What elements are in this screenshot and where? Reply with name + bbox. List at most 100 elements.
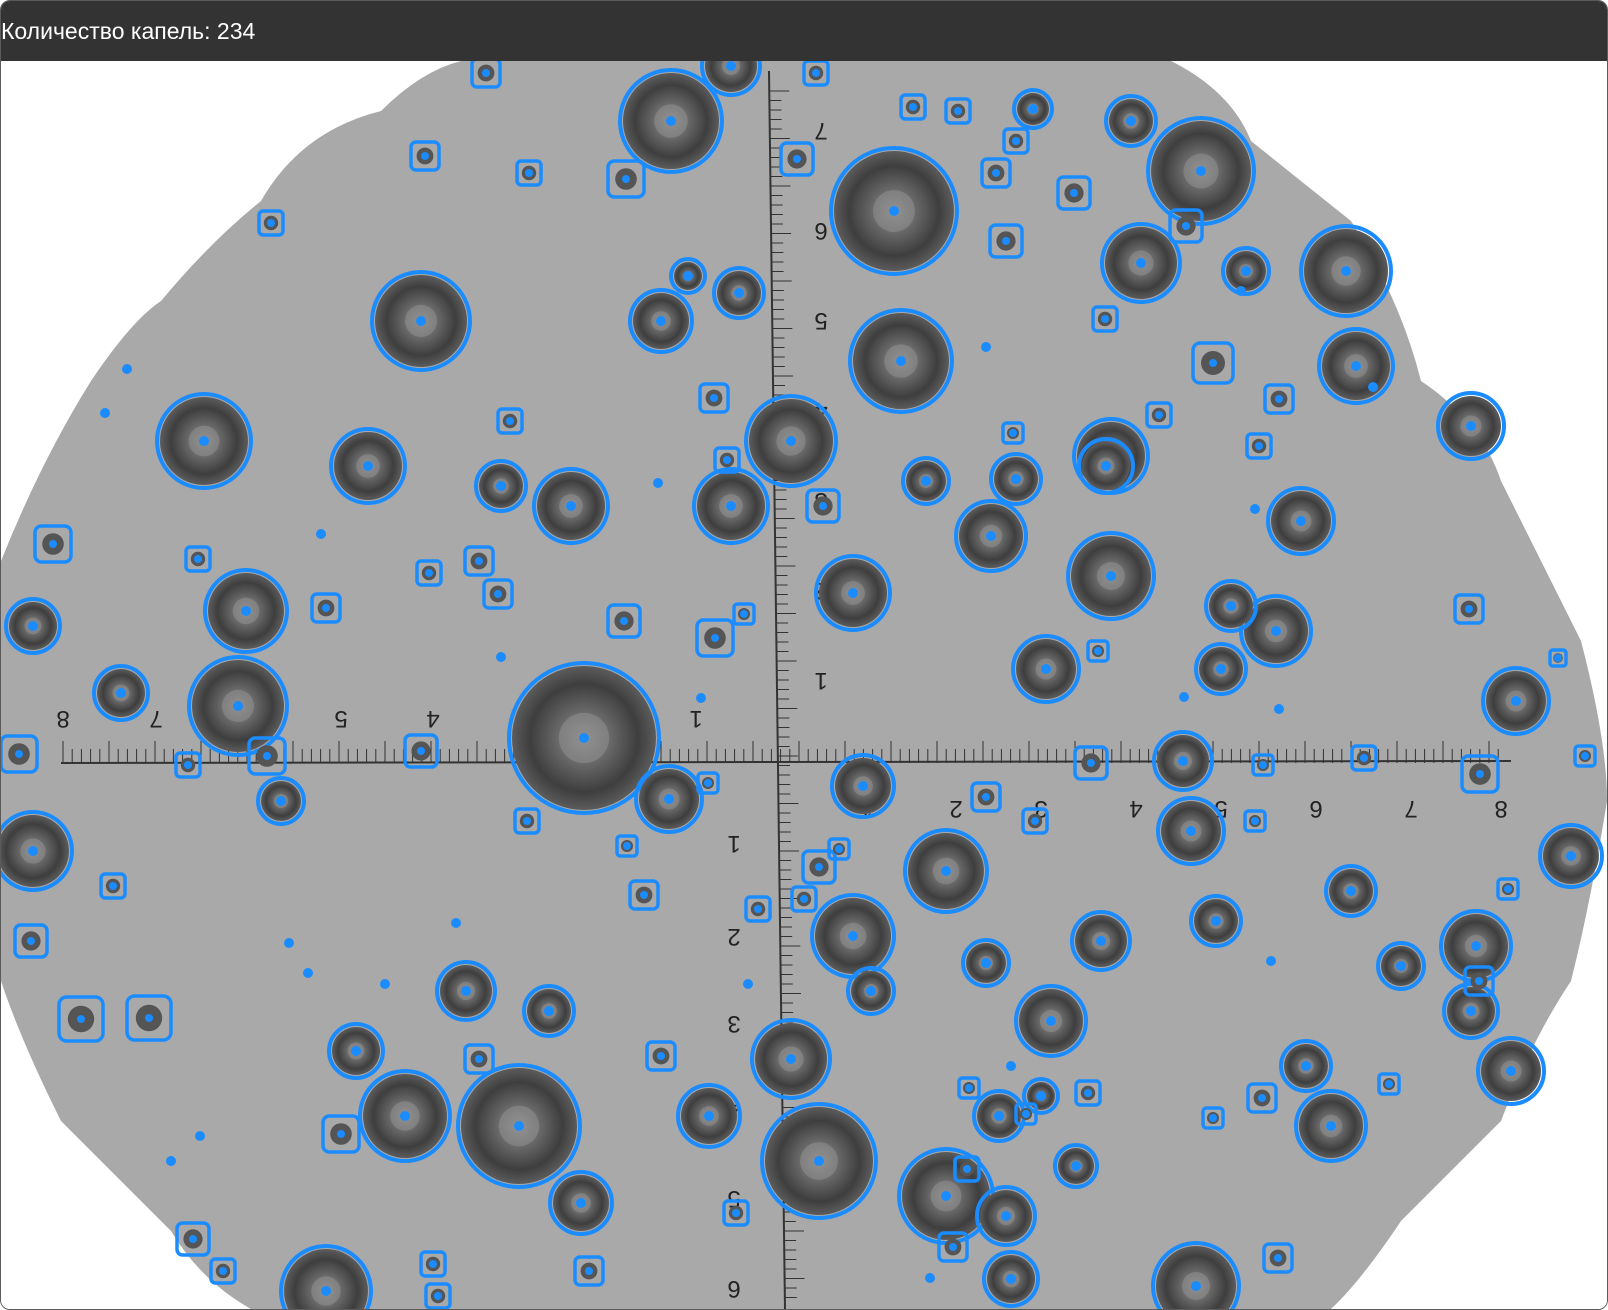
droplet-center-dot — [683, 271, 693, 281]
small-droplet-center-dot — [815, 863, 823, 871]
droplet-center-dot — [544, 1006, 554, 1016]
small-droplet-center-dot — [732, 1209, 740, 1217]
small-droplet-center-dot — [909, 103, 917, 111]
scale-label: 4 — [1129, 795, 1142, 822]
droplet-center-dot — [1046, 1016, 1056, 1026]
scale-label: 6 — [727, 1275, 740, 1302]
droplet-center-dot — [1216, 664, 1226, 674]
small-droplet-center-dot — [475, 1055, 483, 1063]
droplet-center-dot — [400, 1111, 410, 1121]
small-droplet-center-dot — [15, 750, 23, 758]
small-droplet-center-dot — [835, 845, 843, 853]
detection-dot — [1179, 692, 1189, 702]
droplet-center-dot — [666, 116, 676, 126]
droplet-detection-image: 87654321123456787654321123456 — [1, 61, 1607, 1309]
small-droplet-center-dot — [640, 891, 648, 899]
small-droplet-center-dot — [949, 1243, 957, 1251]
droplet-center-dot — [1301, 1061, 1311, 1071]
droplet-center-dot — [1271, 626, 1281, 636]
detection-dot — [316, 529, 326, 539]
small-droplet-center-dot — [1009, 429, 1017, 437]
small-droplet-center-dot — [992, 169, 1000, 177]
scale-label: 7 — [1404, 795, 1417, 822]
droplet-center-dot — [1101, 461, 1111, 471]
droplet-center-dot — [866, 986, 876, 996]
detection-dot — [1274, 704, 1284, 714]
small-droplet-center-dot — [523, 817, 531, 825]
detection-dot — [1368, 382, 1378, 392]
scale-label: 5 — [814, 307, 827, 334]
detection-dot — [743, 979, 753, 989]
detection-dot — [303, 968, 313, 978]
scale-label: 1 — [814, 667, 827, 694]
droplet-center-dot — [1346, 886, 1356, 896]
small-droplet-center-dot — [421, 152, 429, 160]
droplet-center-dot — [1041, 664, 1051, 674]
scale-label: 6 — [1309, 795, 1322, 822]
small-droplet-center-dot — [1101, 315, 1109, 323]
small-droplet-center-dot — [194, 555, 202, 563]
small-droplet-center-dot — [954, 107, 962, 115]
small-droplet-center-dot — [620, 617, 628, 625]
small-droplet-center-dot — [189, 1235, 197, 1243]
image-viewport: 87654321123456787654321123456 — [1, 61, 1607, 1309]
small-droplet-center-dot — [657, 1052, 665, 1060]
scale-label: 1 — [727, 830, 740, 857]
droplet-center-dot — [496, 481, 506, 491]
detection-dot — [496, 652, 506, 662]
droplet-center-dot — [351, 1046, 361, 1056]
droplet-center-dot — [1106, 571, 1116, 581]
small-droplet-center-dot — [1087, 759, 1095, 767]
small-droplet-center-dot — [1360, 754, 1368, 762]
droplet-center-dot — [1006, 1274, 1016, 1284]
small-droplet-center-dot — [800, 895, 808, 903]
title-bar: Количество капель: 234 — [1, 1, 1607, 61]
droplet-center-dot — [941, 1191, 951, 1201]
small-droplet-center-dot — [184, 761, 192, 769]
scale-label: 7 — [814, 117, 827, 144]
droplet-center-dot — [1351, 361, 1361, 371]
small-droplet-center-dot — [1476, 770, 1484, 778]
detection-dot — [195, 1131, 205, 1141]
droplet-center-dot — [726, 501, 736, 511]
detection-dot — [284, 938, 294, 948]
droplet-center-dot — [704, 1111, 714, 1121]
small-droplet-center-dot — [475, 557, 483, 565]
droplet-center-dot — [1296, 516, 1306, 526]
droplet-center-dot — [321, 1286, 331, 1296]
droplet-center-dot — [1096, 936, 1106, 946]
droplet-center-dot — [858, 781, 868, 791]
small-droplet-center-dot — [1084, 1089, 1092, 1097]
small-droplet-center-dot — [965, 1084, 973, 1092]
droplet-center-dot — [921, 476, 931, 486]
small-droplet-center-dot — [754, 905, 762, 913]
droplet-center-dot — [1506, 1066, 1516, 1076]
scale-label: 2 — [727, 923, 740, 950]
droplet-center-dot — [1028, 104, 1038, 114]
small-droplet-center-dot — [1209, 1114, 1217, 1122]
small-droplet-center-dot — [429, 1260, 437, 1268]
detection-dot — [981, 342, 991, 352]
droplet-center-dot — [1211, 916, 1221, 926]
droplet-center-dot — [734, 288, 744, 298]
droplet-center-dot — [726, 61, 736, 71]
droplet-center-dot — [1126, 116, 1136, 126]
small-droplet-center-dot — [267, 219, 275, 227]
droplet-center-dot — [656, 316, 666, 326]
droplet-center-dot — [199, 436, 209, 446]
small-droplet-center-dot — [1275, 395, 1283, 403]
droplet-center-dot — [1191, 1281, 1201, 1291]
droplet-center-dot — [241, 606, 251, 616]
droplet-center-dot — [1226, 601, 1236, 611]
detection-dot — [122, 364, 132, 374]
detection-dot — [1006, 1061, 1016, 1071]
droplet-center-dot — [1511, 696, 1521, 706]
droplet-center-dot — [461, 986, 471, 996]
droplet-center-dot — [896, 356, 906, 366]
small-droplet-center-dot — [1258, 1094, 1266, 1102]
small-droplet-center-dot — [819, 502, 827, 510]
droplet-center-dot — [28, 846, 38, 856]
small-droplet-center-dot — [263, 752, 271, 760]
droplet-center-dot — [1178, 756, 1188, 766]
scale-label: 8 — [1494, 795, 1507, 822]
